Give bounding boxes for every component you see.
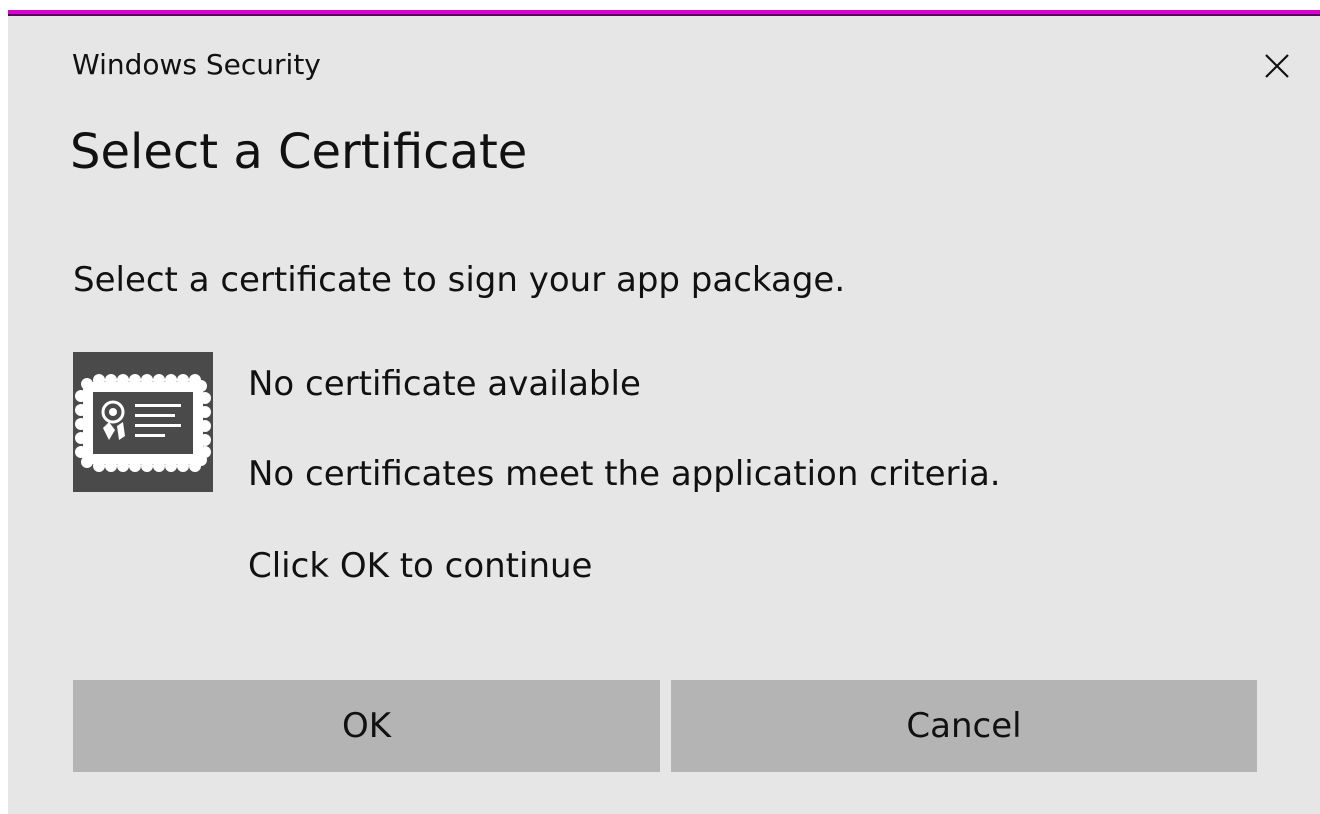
accent-bar — [8, 10, 1320, 16]
continue-hint: Click OK to continue — [248, 546, 593, 586]
app-title: Windows Security — [72, 48, 321, 81]
close-icon — [1265, 54, 1289, 78]
ok-button[interactable]: OK — [73, 680, 660, 772]
certificate-icon — [73, 352, 213, 492]
windows-security-dialog: Windows Security Select a Certificate Se… — [8, 10, 1320, 814]
close-button[interactable] — [1254, 46, 1300, 86]
instruction-text: Select a certificate to sign your app pa… — [73, 260, 846, 300]
cancel-button[interactable]: Cancel — [671, 680, 1257, 772]
certificate-name: No certificate available — [248, 364, 641, 404]
dialog-title: Select a Certificate — [70, 124, 528, 180]
certificate-description: No certificates meet the application cri… — [248, 454, 1001, 494]
